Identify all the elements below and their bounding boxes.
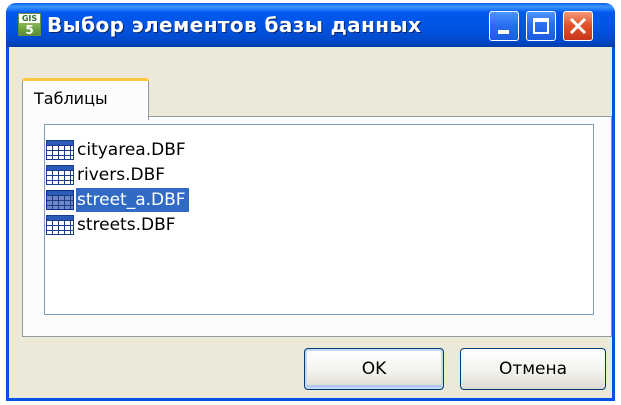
app-icon-bottom-text: 5 <box>19 23 40 35</box>
minimize-icon <box>498 30 509 34</box>
minimize-button[interactable] <box>489 11 519 41</box>
list-item-label: cityarea.DBF <box>77 140 186 160</box>
close-button[interactable] <box>563 11 593 41</box>
dialog-window: GIS 5 Выбор элементов базы данных Таблиц… <box>6 3 615 401</box>
table-icon <box>46 140 74 160</box>
tab-tables-label: Таблицы <box>34 89 108 108</box>
maximize-icon <box>533 18 549 34</box>
table-icon <box>46 165 74 185</box>
cancel-button[interactable]: Отмена <box>460 348 606 390</box>
list-item-selected[interactable]: street_a.DBF <box>46 188 189 212</box>
tab-panel-tables: cityarea.DBF rivers.DBF street_a.DBF str… <box>22 116 612 337</box>
list-item[interactable]: cityarea.DBF <box>46 138 189 162</box>
tab-tables[interactable]: Таблицы <box>22 78 149 120</box>
gis-app-icon[interactable]: GIS 5 <box>18 13 41 36</box>
list-item[interactable]: streets.DBF <box>46 213 179 237</box>
table-icon <box>46 190 74 210</box>
close-icon <box>569 17 587 35</box>
window-title: Выбор элементов базы данных <box>47 13 422 37</box>
app-icon-top-text: GIS <box>19 14 40 23</box>
list-item-label: streets.DBF <box>77 215 176 235</box>
list-item-label: street_a.DBF <box>76 188 189 212</box>
maximize-button[interactable] <box>526 11 556 41</box>
title-bar[interactable]: GIS 5 Выбор элементов базы данных <box>6 3 615 47</box>
ok-button[interactable]: OK <box>304 348 444 390</box>
list-item[interactable]: rivers.DBF <box>46 163 168 187</box>
list-item-label: rivers.DBF <box>77 165 166 185</box>
table-icon <box>46 215 74 235</box>
tables-listbox[interactable]: cityarea.DBF rivers.DBF street_a.DBF str… <box>44 124 594 315</box>
